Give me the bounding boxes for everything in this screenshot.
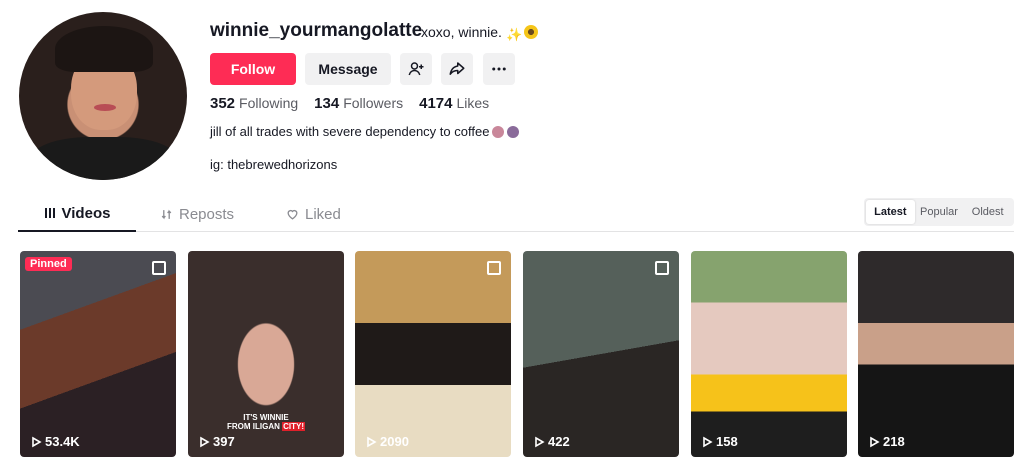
- view-count-value: 158: [716, 434, 738, 449]
- tab-videos[interactable]: Videos: [18, 196, 136, 232]
- grid-icon: [44, 208, 55, 218]
- video-thumbnail: [523, 251, 679, 457]
- tab-reposts[interactable]: Reposts: [160, 196, 234, 232]
- view-count: 422: [533, 434, 570, 449]
- video-card[interactable]: 2090: [355, 251, 511, 457]
- play-icon: [703, 436, 713, 447]
- view-count: 397: [198, 434, 235, 449]
- person-emoji-icon: [492, 126, 505, 138]
- video-card[interactable]: Pinned 53.4K: [20, 251, 176, 457]
- view-count-value: 218: [883, 434, 905, 449]
- video-caption-highlight: CITY!: [282, 422, 305, 432]
- view-count-value: 53.4K: [45, 434, 80, 449]
- pinned-badge: Pinned: [25, 257, 72, 271]
- add-user-button[interactable]: [400, 53, 432, 85]
- sort-toggle: Latest Popular Oldest: [864, 198, 1014, 226]
- likes-count: 4174: [419, 95, 453, 112]
- video-thumbnail: [355, 251, 511, 457]
- likes-label: Likes: [456, 95, 490, 111]
- message-button[interactable]: Message: [305, 53, 391, 85]
- profile-stats: 352 Following 134 Followers 4174 Likes: [210, 95, 489, 112]
- photo-icon: [655, 261, 669, 275]
- photo-icon: [152, 261, 166, 275]
- view-count-value: 422: [548, 434, 570, 449]
- video-caption-line-1: IT'S WINNIE: [243, 413, 289, 422]
- profile-avatar[interactable]: [19, 12, 187, 180]
- bio-line-1: jill of all trades with severe dependenc…: [210, 124, 520, 139]
- video-card[interactable]: IT'S WINNIE FROM ILIGAN CITY! 397: [188, 251, 344, 457]
- view-count-value: 397: [213, 434, 235, 449]
- play-icon: [870, 436, 880, 447]
- tab-reposts-label: Reposts: [179, 205, 235, 223]
- video-thumbnail: [691, 251, 847, 457]
- username: winnie_yourmangolatte: [210, 20, 423, 41]
- tab-liked-label: Liked: [305, 205, 341, 223]
- video-card[interactable]: 218: [858, 251, 1014, 457]
- avatar-shirt: [29, 137, 179, 180]
- video-card[interactable]: 422: [523, 251, 679, 457]
- more-button[interactable]: [483, 53, 515, 85]
- view-count-value: 2090: [380, 434, 409, 449]
- play-icon: [32, 436, 42, 447]
- nickname-text: xoxo, winnie.: [421, 24, 502, 40]
- share-button[interactable]: [441, 53, 473, 85]
- view-count: 158: [701, 434, 738, 449]
- play-icon: [367, 436, 377, 447]
- followers-count: 134: [314, 95, 340, 112]
- followers-stat[interactable]: 134 Followers: [314, 95, 403, 112]
- play-icon: [200, 436, 210, 447]
- view-count: 2090: [365, 434, 409, 449]
- sort-popular[interactable]: Popular: [915, 200, 964, 224]
- video-caption-line-2: FROM ILIGAN CITY!: [188, 422, 344, 432]
- tab-videos-label: Videos: [61, 204, 111, 222]
- sort-latest[interactable]: Latest: [866, 200, 915, 224]
- avatar-lips: [94, 104, 116, 111]
- view-count: 218: [868, 434, 905, 449]
- bio-line-2: ig: thebrewedhorizons: [210, 157, 338, 172]
- photo-icon: [487, 261, 501, 275]
- tab-liked[interactable]: Liked: [286, 196, 341, 232]
- following-count: 352: [210, 95, 236, 112]
- likes-stat: 4174 Likes: [419, 95, 489, 112]
- video-thumbnail: [858, 251, 1014, 457]
- followers-label: Followers: [343, 95, 404, 111]
- nickname: xoxo, winnie. ✨: [421, 24, 538, 42]
- video-caption-line-2a: FROM ILIGAN: [227, 422, 283, 432]
- play-icon: [535, 436, 545, 447]
- sort-oldest[interactable]: Oldest: [963, 200, 1012, 224]
- sparkle-emoji-icon: ✨: [505, 27, 523, 42]
- sunflower-emoji-icon: [523, 25, 538, 39]
- ball-emoji-icon: [507, 126, 520, 138]
- following-label: Following: [239, 95, 299, 111]
- share-icon: [449, 62, 465, 75]
- following-stat[interactable]: 352 Following: [210, 95, 298, 112]
- video-card[interactable]: 158: [691, 251, 847, 457]
- video-caption: IT'S WINNIE FROM ILIGAN CITY!: [188, 413, 344, 432]
- video-grid: Pinned 53.4K IT'S WINNIE FROM ILIGAN CIT…: [20, 251, 1014, 457]
- add-user-icon: [408, 62, 424, 76]
- follow-button[interactable]: Follow: [210, 53, 296, 85]
- avatar-hair: [55, 26, 153, 72]
- more-icon: [492, 67, 506, 71]
- repost-icon: [161, 209, 172, 219]
- heart-icon: [287, 209, 298, 220]
- bio-text: jill of all trades with severe dependenc…: [210, 124, 490, 139]
- video-thumbnail: [20, 251, 176, 457]
- view-count: 53.4K: [30, 434, 80, 449]
